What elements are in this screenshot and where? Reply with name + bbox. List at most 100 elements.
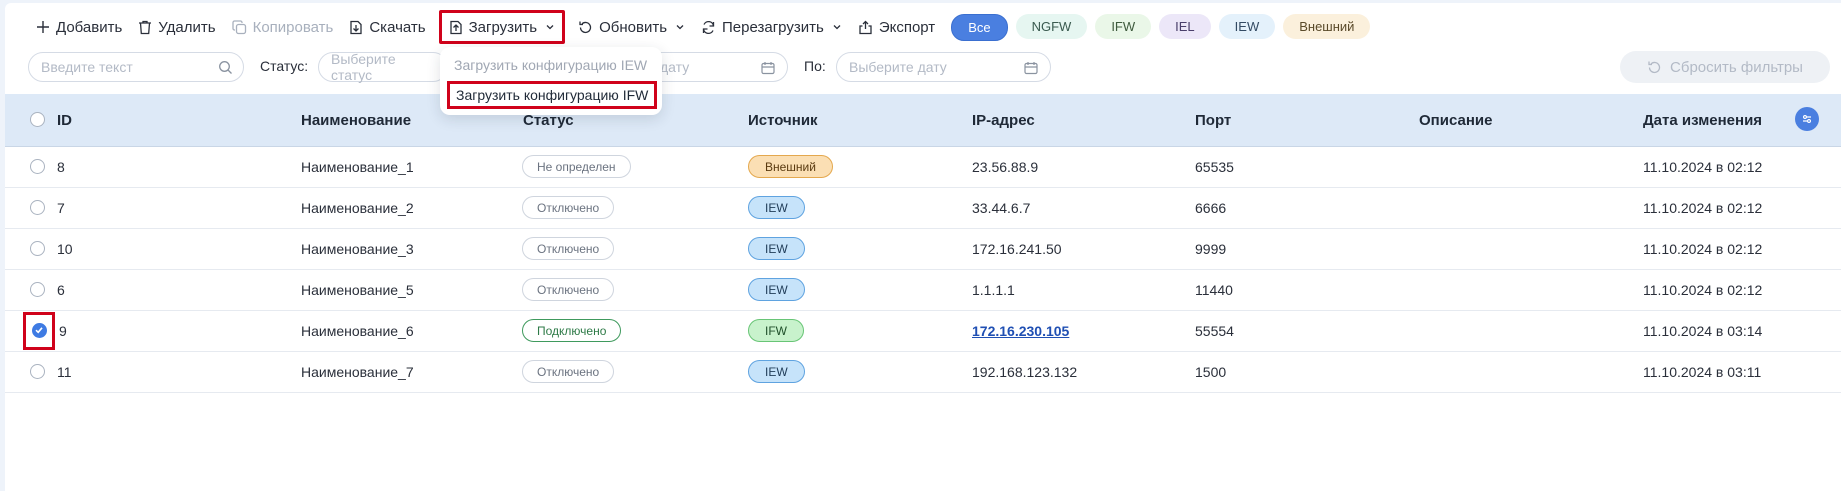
cell-port: 65535 (1195, 159, 1234, 175)
download-icon (350, 20, 362, 34)
ip-link[interactable]: 172.16.230.105 (972, 323, 1069, 339)
trash-icon (139, 20, 152, 34)
cell-date: 11.10.2024 в 02:12 (1643, 241, 1763, 257)
table-row[interactable]: 7 Наименование_2 Отключено IEW 33.44.6.7… (5, 188, 1841, 229)
cell-id: 11 (57, 364, 72, 380)
cell-ip: 172.16.241.50 (972, 241, 1062, 257)
copy-button[interactable]: Копировать (224, 11, 342, 43)
status-badge: Отключено (522, 360, 615, 383)
reset-filters-label: Сбросить фильтры (1670, 58, 1803, 76)
calendar-icon (1024, 62, 1038, 75)
table-header: ID Наименование Статус Источник IP-адрес… (5, 94, 1841, 147)
toolbar: Добавить Удалить Копировать Скачать Загр… (28, 10, 1371, 44)
cell-date: 11.10.2024 в 03:14 (1643, 323, 1763, 339)
upload-icon (449, 20, 462, 34)
refresh-button[interactable]: Обновить (570, 11, 693, 43)
col-id[interactable]: ID (57, 112, 72, 129)
cell-name: Наименование_1 (301, 159, 414, 175)
row-checkbox[interactable] (30, 200, 45, 215)
status-select[interactable]: Выберите статус (318, 51, 448, 83)
cell-port: 55554 (1195, 323, 1234, 339)
cell-name: Наименование_3 (301, 241, 414, 257)
source-filter-chips: Все NGFW IFW IEL IEW Внешний (951, 13, 1371, 41)
col-name[interactable]: Наименование (301, 112, 411, 129)
chip-ifw[interactable]: IFW (1095, 13, 1152, 39)
cell-id: 9 (59, 323, 67, 339)
upload-iew-config-item[interactable]: Загрузить конфигурацию IEW (454, 57, 647, 73)
export-label: Экспорт (878, 18, 936, 36)
cell-ip: 33.44.6.7 (972, 200, 1031, 216)
date-to-input[interactable]: Выберите дату (836, 52, 1051, 82)
status-label: Статус: (260, 58, 309, 74)
table-row[interactable]: 9 Наименование_6 Подключено IFW 172.16.2… (5, 311, 1841, 352)
table-row[interactable]: 10 Наименование_3 Отключено IEW 172.16.2… (5, 229, 1841, 270)
col-ip[interactable]: IP-адрес (972, 112, 1035, 129)
cell-port: 6666 (1195, 200, 1227, 216)
cell-name: Наименование_7 (301, 364, 414, 380)
export-icon (859, 20, 872, 34)
status-badge: Отключено (522, 196, 615, 219)
row-checkbox[interactable] (30, 241, 45, 256)
delete-button[interactable]: Удалить (130, 11, 223, 43)
search-input[interactable]: Введите текст (28, 52, 244, 82)
cell-date: 11.10.2024 в 02:12 (1643, 282, 1763, 298)
table-row[interactable]: 6 Наименование_5 Отключено IEW 1.1.1.1 1… (5, 270, 1841, 311)
source-badge: IFW (748, 319, 804, 342)
search-placeholder: Введите текст (41, 59, 133, 75)
row-checkbox[interactable] (30, 282, 45, 297)
chip-ngfw[interactable]: NGFW (1015, 13, 1088, 39)
reset-filters-button[interactable]: Сбросить фильтры (1620, 51, 1830, 83)
status-badge: Отключено (522, 278, 615, 301)
column-settings-button[interactable] (1795, 107, 1819, 131)
upload-button[interactable]: Загрузить (438, 10, 566, 44)
copy-label: Копировать (252, 18, 334, 36)
select-all-checkbox[interactable] (30, 112, 45, 127)
chip-iew[interactable]: IEW (1218, 13, 1276, 39)
source-badge: IEW (748, 196, 805, 219)
date-from-placeholder: дату (660, 59, 690, 75)
table-row[interactable]: 11 Наименование_7 Отключено IEW 192.168.… (5, 352, 1841, 393)
to-label: По: (804, 58, 826, 74)
add-label: Добавить (56, 18, 123, 36)
chip-all[interactable]: Все (951, 13, 1008, 41)
chip-iel[interactable]: IEL (1159, 13, 1211, 39)
settings-icon (1803, 115, 1811, 123)
status-badge: Подключено (522, 319, 622, 342)
cell-id: 8 (57, 159, 65, 175)
cell-port: 9999 (1195, 241, 1227, 257)
upload-ifw-config-item[interactable]: Загрузить конфигурацию IFW (446, 81, 658, 109)
cell-ip: 1.1.1.1 (972, 282, 1015, 298)
row-checkbox[interactable] (30, 159, 45, 174)
chip-external[interactable]: Внешний (1283, 13, 1371, 39)
status-badge: Не определен (522, 155, 631, 178)
row-checkbox[interactable] (32, 323, 47, 338)
date-from-input[interactable]: дату (640, 52, 788, 82)
chevron-down-icon (676, 25, 684, 30)
calendar-icon (761, 62, 775, 75)
status-placeholder: Выберите статус (331, 51, 396, 83)
download-label: Скачать (369, 18, 426, 36)
refresh-label: Обновить (599, 18, 668, 36)
cell-ip: 192.168.123.132 (972, 364, 1078, 380)
add-button[interactable]: Добавить (28, 11, 130, 43)
source-badge: IEW (748, 237, 805, 260)
col-port[interactable]: Порт (1195, 112, 1231, 129)
cell-date: 11.10.2024 в 02:12 (1643, 200, 1763, 216)
download-button[interactable]: Скачать (341, 11, 433, 43)
checkmark-icon (35, 327, 43, 334)
col-source[interactable]: Источник (748, 112, 818, 129)
export-button[interactable]: Экспорт (850, 11, 943, 43)
cell-port: 1500 (1195, 364, 1227, 380)
upload-label: Загрузить (468, 18, 538, 36)
search-icon (219, 61, 232, 74)
cell-id: 6 (57, 282, 65, 298)
col-description[interactable]: Описание (1419, 112, 1492, 129)
col-date[interactable]: Дата изменения (1643, 112, 1762, 129)
source-badge: IEW (748, 278, 805, 301)
reload-label: Перезагрузить (722, 18, 824, 36)
row-checkbox[interactable] (30, 364, 45, 379)
reload-button[interactable]: Перезагрузить (693, 11, 850, 43)
status-badge: Отключено (522, 237, 615, 260)
refresh-icon (1648, 61, 1661, 73)
table-row[interactable]: 8 Наименование_1 Не определен Внешний 23… (5, 147, 1841, 188)
